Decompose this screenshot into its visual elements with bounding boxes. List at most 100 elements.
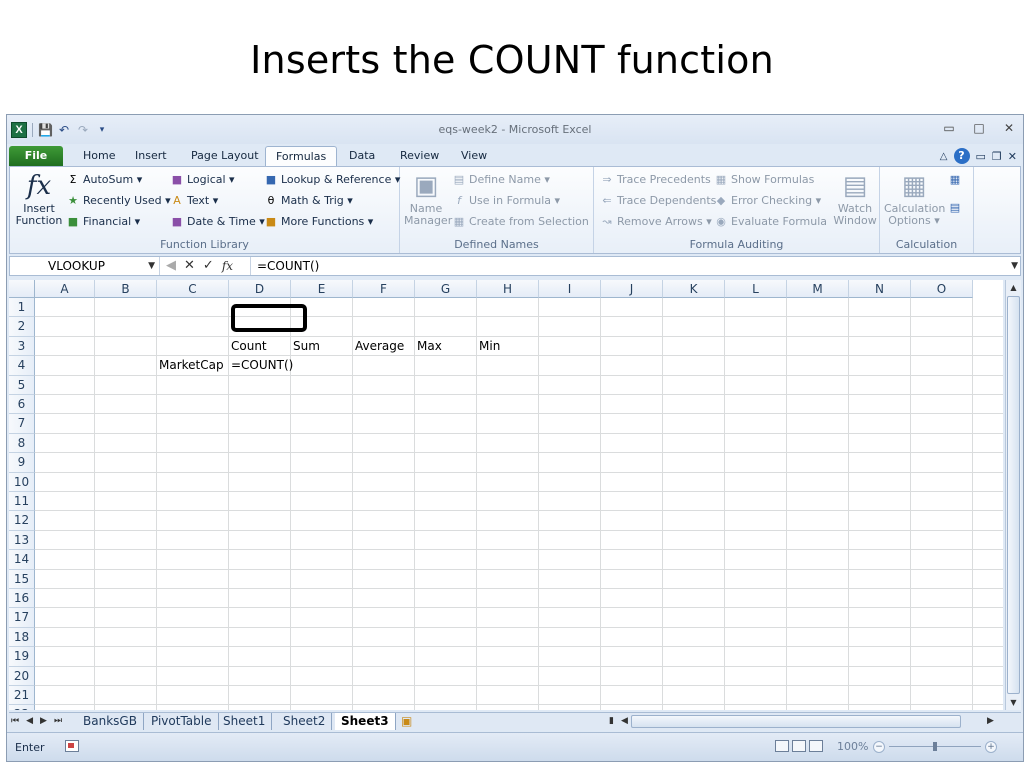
vertical-scroll-thumb[interactable] <box>1007 296 1020 694</box>
logical-button[interactable]: ■ Logical ▾ <box>170 173 235 186</box>
column-header-l[interactable]: L <box>725 280 787 298</box>
cell-c4[interactable]: MarketCap <box>159 356 224 375</box>
row-header-22[interactable]: 22 <box>9 705 35 710</box>
row-header-7[interactable]: 7 <box>9 414 35 434</box>
zoom-in-icon[interactable]: + <box>985 741 997 753</box>
formula-input[interactable]: =COUNT() <box>250 257 1000 275</box>
insert-function-button[interactable]: fx Insert Function <box>14 171 64 227</box>
scroll-left-icon[interactable]: ◀ <box>621 714 628 729</box>
row-header-14[interactable]: 14 <box>9 550 35 570</box>
sheet-tab-sheet1[interactable]: Sheet1 <box>217 713 273 730</box>
more-functions-button[interactable]: ■ More Functions ▾ <box>264 215 374 228</box>
financial-button[interactable]: ■ Financial ▾ <box>66 215 140 228</box>
first-sheet-icon[interactable]: ⏮ <box>11 713 19 730</box>
row-header-13[interactable]: 13 <box>9 530 35 551</box>
cell-e3[interactable]: Sum <box>293 337 320 356</box>
tab-page-layout[interactable]: Page Layout <box>181 146 269 166</box>
create-from-selection-button[interactable]: ▦ Create from Selection <box>452 215 589 228</box>
use-in-formula-button[interactable]: f Use in Formula ▾ <box>452 194 560 207</box>
confirm-entry-icon[interactable]: ✓ <box>203 257 214 275</box>
trace-precedents-button[interactable]: ⇒ Trace Precedents <box>600 173 710 186</box>
column-header-a[interactable]: A <box>35 280 95 298</box>
tab-formulas[interactable]: Formulas <box>265 146 338 166</box>
restore-icon[interactable]: □ <box>971 121 987 135</box>
column-header-c[interactable]: C <box>157 280 229 298</box>
row-header-1[interactable]: 1 <box>9 298 35 318</box>
column-header-e[interactable]: E <box>291 280 353 298</box>
horizontal-scrollbar[interactable]: ▮ ◀ ▶ <box>609 714 1009 729</box>
column-header-o[interactable]: O <box>911 280 973 298</box>
row-header-16[interactable]: 16 <box>9 589 35 609</box>
tab-home[interactable]: Home <box>73 146 125 166</box>
calculate-sheet-button[interactable]: ▤ <box>948 201 965 214</box>
row-header-15[interactable]: 15 <box>9 569 35 589</box>
help-icon[interactable]: ? <box>953 148 970 164</box>
row-header-8[interactable]: 8 <box>9 433 35 454</box>
column-header-f[interactable]: F <box>353 280 415 298</box>
minimize-ribbon-icon[interactable]: △ <box>940 151 948 162</box>
workbook-restore-icon[interactable]: ❐ <box>992 150 1002 163</box>
tab-insert[interactable]: Insert <box>125 146 177 166</box>
remove-arrows-button[interactable]: ↝ Remove Arrows ▾ <box>600 215 711 228</box>
cell-d4[interactable]: =COUNT() <box>231 356 293 375</box>
column-header-g[interactable]: G <box>415 280 477 298</box>
watch-window-button[interactable]: ▤ Watch Window <box>832 171 878 227</box>
row-header-3[interactable]: 3 <box>9 336 35 357</box>
column-header-k[interactable]: K <box>663 280 725 298</box>
row-header-4[interactable]: 4 <box>9 356 35 376</box>
tab-data[interactable]: Data <box>339 146 385 166</box>
calculation-options-button[interactable]: ▦ Calculation Options ▾ <box>884 171 945 227</box>
error-checking-button[interactable]: ◆ Error Checking ▾ <box>714 194 821 207</box>
column-header-m[interactable]: M <box>787 280 849 298</box>
tab-view[interactable]: View <box>451 146 497 166</box>
row-header-10[interactable]: 10 <box>9 472 35 492</box>
autosum-button[interactable]: Σ AutoSum ▾ <box>66 173 143 186</box>
worksheet-grid[interactable]: A B C D E F G H I J K L M N O 1 2 3 4 5 6 7 8 9 10 11 12 13 14 15 16 17… <box>9 280 1003 710</box>
zoom-slider[interactable]: − + <box>873 741 997 753</box>
row-header-5[interactable]: 5 <box>9 375 35 395</box>
row-header-20[interactable]: 20 <box>9 666 35 686</box>
zoom-out-icon[interactable]: − <box>873 741 885 753</box>
cancel-entry-icon[interactable]: ✕ <box>184 257 195 275</box>
scroll-right-icon[interactable]: ▶ <box>987 714 994 729</box>
calculate-now-button[interactable]: ▦ <box>948 173 965 186</box>
column-header-j[interactable]: J <box>601 280 663 298</box>
horizontal-scroll-thumb[interactable] <box>631 715 961 728</box>
tab-file[interactable]: File <box>9 146 63 166</box>
lookup-reference-button[interactable]: ■ Lookup & Reference ▾ <box>264 173 401 186</box>
row-header-21[interactable]: 21 <box>9 686 35 706</box>
sheet-tab-sheet3[interactable]: Sheet3 <box>335 713 396 730</box>
sheet-tab-sheet2[interactable]: Sheet2 <box>277 713 333 730</box>
column-header-n[interactable]: N <box>849 280 911 298</box>
prev-sheet-icon[interactable]: ◀ <box>26 713 33 730</box>
text-button[interactable]: A Text ▾ <box>170 194 218 207</box>
cell-f3[interactable]: Average <box>355 337 404 356</box>
column-header-h[interactable]: H <box>477 280 539 298</box>
scroll-up-icon[interactable]: ▲ <box>1006 280 1021 295</box>
close-icon[interactable]: ✕ <box>1001 121 1017 135</box>
workbook-close-icon[interactable]: ✕ <box>1008 150 1017 163</box>
name-manager-button[interactable]: ▣ Name Manager <box>404 171 452 227</box>
row-header-17[interactable]: 17 <box>9 608 35 628</box>
row-header-6[interactable]: 6 <box>9 395 35 415</box>
select-all-corner[interactable] <box>9 280 35 298</box>
row-header-11[interactable]: 11 <box>9 492 35 512</box>
evaluate-formula-button[interactable]: ◉ Evaluate Formula <box>714 215 827 228</box>
define-name-button[interactable]: ▤ Define Name ▾ <box>452 173 550 186</box>
name-box-dropdown-icon[interactable]: ▼ <box>148 257 155 275</box>
scroll-down-icon[interactable]: ▼ <box>1006 695 1021 710</box>
row-header-9[interactable]: 9 <box>9 453 35 473</box>
page-break-view-icon[interactable] <box>809 740 823 752</box>
zoom-level[interactable]: 100% <box>837 740 868 753</box>
next-sheet-icon[interactable]: ▶ <box>40 713 47 730</box>
name-box[interactable]: VLOOKUP ▼ <box>10 257 160 275</box>
expand-formula-bar-icon[interactable]: ▼ <box>1011 257 1018 275</box>
insert-function-icon[interactable]: fx <box>222 257 233 275</box>
row-header-2[interactable]: 2 <box>9 317 35 337</box>
page-layout-view-icon[interactable] <box>792 740 806 752</box>
cell-h3[interactable]: Min <box>479 337 500 356</box>
trace-dependents-button[interactable]: ⇐ Trace Dependents <box>600 194 716 207</box>
split-bar-icon[interactable]: ▮ <box>609 714 614 729</box>
zoom-knob[interactable] <box>933 742 937 751</box>
insert-worksheet-icon[interactable]: ▣ <box>395 713 418 730</box>
